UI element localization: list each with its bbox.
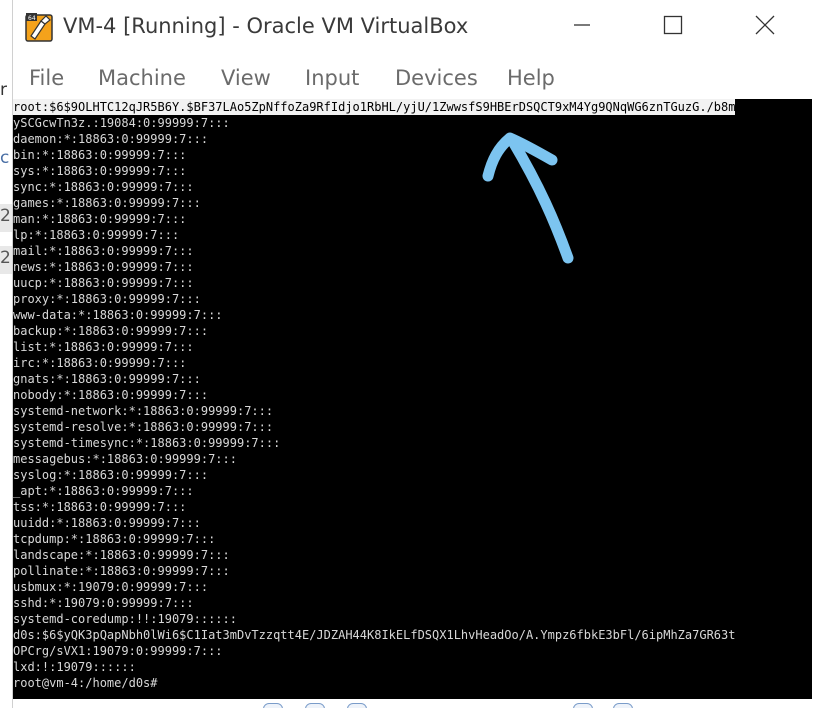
display-icon[interactable] bbox=[573, 703, 593, 708]
menu-bar: File Machine View Input Devices Help bbox=[13, 56, 819, 98]
background-text: 2 bbox=[0, 206, 11, 226]
console-line: sync:*:18863:0:99999:7::: bbox=[13, 180, 194, 194]
console-line: lp:*:18863:0:99999:7::: bbox=[13, 228, 180, 242]
console-line: syslog:*:18863:0:99999:7::: bbox=[13, 468, 209, 482]
maximize-icon bbox=[663, 15, 683, 39]
console-line: uucp:*:18863:0:99999:7::: bbox=[13, 276, 194, 290]
console-line: www-data:*:18863:0:99999:7::: bbox=[13, 308, 223, 322]
network-icon[interactable] bbox=[263, 703, 283, 708]
menu-view[interactable]: View bbox=[221, 66, 271, 90]
menu-file[interactable]: File bbox=[29, 66, 64, 90]
window-title: VM-4 [Running] - Oracle VM VirtualBox bbox=[63, 14, 469, 38]
background-text: r bbox=[0, 80, 7, 100]
console-line: bin:*:18863:0:99999:7::: bbox=[13, 148, 187, 162]
console-line: ySCGcwTn3z.:19084:0:99999:7::: bbox=[13, 116, 230, 130]
console-line: sshd:*:19079:0:99999:7::: bbox=[13, 596, 194, 610]
console-line: landscape:*:18863:0:99999:7::: bbox=[13, 548, 230, 562]
console-output: root:$6$9OLHTC12qJR5B6Y.$BF37LAo5ZpNffoZ… bbox=[13, 99, 736, 691]
console-line: tss:*:18863:0:99999:7::: bbox=[13, 500, 187, 514]
background-text: c bbox=[0, 148, 10, 168]
console-line: d0s:$6$yQK3pQapNbh0lWi6$C1Iat3mDvTzzqtt4… bbox=[13, 628, 736, 642]
console-line: news:*:18863:0:99999:7::: bbox=[13, 260, 194, 274]
console-line: tcpdump:*:18863:0:99999:7::: bbox=[13, 532, 216, 546]
console-line: uuidd:*:18863:0:99999:7::: bbox=[13, 516, 201, 530]
virtualbox-icon: 64 bbox=[25, 12, 55, 42]
console-line: lxd:!:19079:::::: bbox=[13, 660, 136, 674]
console-line: root@vm-4:/home/d0s# bbox=[13, 676, 158, 690]
console-line: proxy:*:18863:0:99999:7::: bbox=[13, 292, 201, 306]
background-app: r c 2 2 bbox=[0, 0, 12, 708]
console-line: gnats:*:18863:0:99999:7::: bbox=[13, 372, 201, 386]
shared-folder-icon[interactable] bbox=[347, 703, 367, 708]
maximize-button[interactable] bbox=[650, 8, 696, 46]
console-line: pollinate:*:18863:0:99999:7::: bbox=[13, 564, 230, 578]
console-line: man:*:18863:0:99999:7::: bbox=[13, 212, 187, 226]
menu-devices[interactable]: Devices bbox=[395, 66, 478, 90]
console-line: systemd-timesync:*:18863:0:99999:7::: bbox=[13, 436, 281, 450]
minimize-icon bbox=[572, 15, 592, 39]
menu-machine[interactable]: Machine bbox=[98, 66, 186, 90]
console-line: sys:*:18863:0:99999:7::: bbox=[13, 164, 187, 178]
menu-input[interactable]: Input bbox=[305, 66, 359, 90]
close-icon bbox=[754, 14, 776, 40]
desktop: r c 2 2 64 VM-4 [Running] - Oracle VM Vi… bbox=[0, 0, 819, 708]
title-bar[interactable]: 64 VM-4 [Running] - Oracle VM VirtualBox bbox=[13, 0, 819, 56]
console-line: list:*:18863:0:99999:7::: bbox=[13, 340, 194, 354]
console-line: usbmux:*:19079:0:99999:7::: bbox=[13, 580, 209, 594]
console-line: OPCrg/sVX1:19079:0:99999:7::: bbox=[13, 644, 223, 658]
menu-help[interactable]: Help bbox=[507, 66, 555, 90]
console-line: _apt:*:18863:0:99999:7::: bbox=[13, 484, 194, 498]
console-line: nobody:*:18863:0:99999:7::: bbox=[13, 388, 209, 402]
console-line: systemd-coredump:!!:19079:::::: bbox=[13, 612, 237, 626]
usb-icon[interactable] bbox=[305, 703, 325, 708]
close-button[interactable] bbox=[742, 8, 788, 46]
console-line: irc:*:18863:0:99999:7::: bbox=[13, 356, 187, 370]
console-line: backup:*:18863:0:99999:7::: bbox=[13, 324, 209, 338]
capture-icon[interactable] bbox=[613, 703, 633, 708]
svg-text:64: 64 bbox=[28, 15, 36, 22]
console-line: mail:*:18863:0:99999:7::: bbox=[13, 244, 194, 258]
virtualbox-window: 64 VM-4 [Running] - Oracle VM VirtualBox bbox=[12, 0, 819, 708]
minimize-button[interactable] bbox=[559, 8, 605, 46]
background-text: 2 bbox=[0, 248, 11, 268]
console-line: systemd-network:*:18863:0:99999:7::: bbox=[13, 404, 274, 418]
console-line: root:$6$9OLHTC12qJR5B6Y.$BF37LAo5ZpNffoZ… bbox=[13, 99, 736, 115]
console-line: games:*:18863:0:99999:7::: bbox=[13, 196, 201, 210]
console-line: messagebus:*:18863:0:99999:7::: bbox=[13, 452, 237, 466]
console-line: systemd-resolve:*:18863:0:99999:7::: bbox=[13, 420, 274, 434]
status-bar bbox=[13, 699, 819, 708]
console-line: daemon:*:18863:0:99999:7::: bbox=[13, 132, 209, 146]
vm-console-screen[interactable]: root:$6$9OLHTC12qJR5B6Y.$BF37LAo5ZpNffoZ… bbox=[13, 99, 812, 699]
